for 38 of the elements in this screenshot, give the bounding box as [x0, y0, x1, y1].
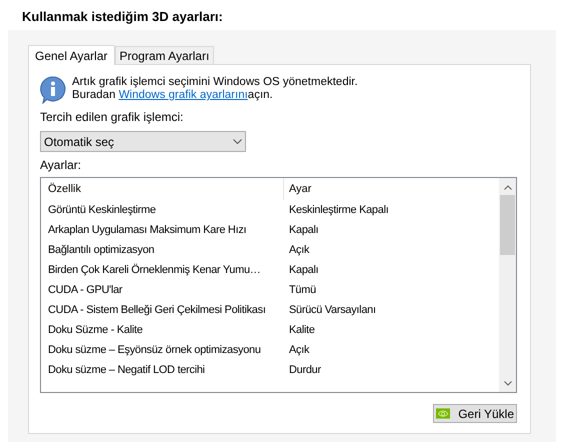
info-icon: [40, 76, 66, 104]
table-cell-text: Durdur: [288, 362, 321, 378]
table-cell-text: CUDA - Sistem Belleği Geri Çekilmesi Politikası: [48, 302, 267, 318]
logo-icon: [436, 407, 450, 420]
scrollbar-thumb[interactable]: [500, 195, 515, 255]
table-cell-text: Keskinleştirme Kapalı: [288, 202, 388, 218]
table-cell-text: Kapalı: [288, 262, 318, 278]
field-label: Tercih edilen grafik işlemci:: [40, 109, 184, 126]
settings-link[interactable]: Windows grafik ayarlarını: [118, 89, 248, 102]
restore-button[interactable]: Geri Yükle: [433, 404, 517, 423]
table-cell-text: CUDA - GPU'lar: [48, 282, 124, 298]
table-cell-text: Arkaplan Uygulaması Maksimum Kare Hızı: [48, 222, 248, 238]
table-cell-text: Tümü: [288, 282, 316, 298]
table-cell-text: Açık: [288, 242, 310, 258]
tab[interactable]: Genel Ayarlar: [28, 45, 114, 65]
column-header[interactable]: Ayar: [284, 180, 312, 198]
table-cell-text: Sürücü Varsayılanı: [288, 302, 376, 318]
field-label: Ayarlar:: [40, 157, 82, 174]
table-cell-text: Birden Çok Kareli Örneklenmiş Kenar Yumu…: [48, 262, 262, 278]
chevron-down-icon: [233, 139, 242, 144]
table-cell-text: Doku süzme – Eşyönsüz örnek optimizasyonu: [48, 342, 262, 358]
table-cell-text: Görüntü Keskinleştirme: [48, 202, 157, 218]
info-text: Artık grafik işlemci seçimini Windows OS yönetmektedir.: [72, 76, 358, 89]
table-cell-text: Doku süzme – Negatif LOD tercihi: [48, 362, 206, 378]
chevron-up-icon: [504, 185, 512, 190]
table-cell-text: Kapalı: [288, 222, 318, 238]
info-text: Buradan: [72, 89, 116, 102]
tab[interactable]: Program Ayarları: [114, 46, 214, 64]
info-text: açın.: [248, 89, 273, 102]
column-header[interactable]: Özellik: [48, 178, 284, 200]
table-cell-text: Bağlantılı optimizasyon: [48, 242, 156, 258]
chevron-down-icon: [504, 381, 512, 386]
table-cell-text: Açık: [288, 342, 310, 358]
gpu-dropdown[interactable]: Otomatik seç: [40, 131, 246, 152]
table-cell-text: Kalite: [288, 322, 315, 338]
scrollbar[interactable]: [499, 178, 516, 392]
section-heading: Kullanmak istediğim 3D ayarları:: [22, 9, 223, 24]
table-cell-text: Doku Süzme - Kalite: [48, 322, 144, 338]
